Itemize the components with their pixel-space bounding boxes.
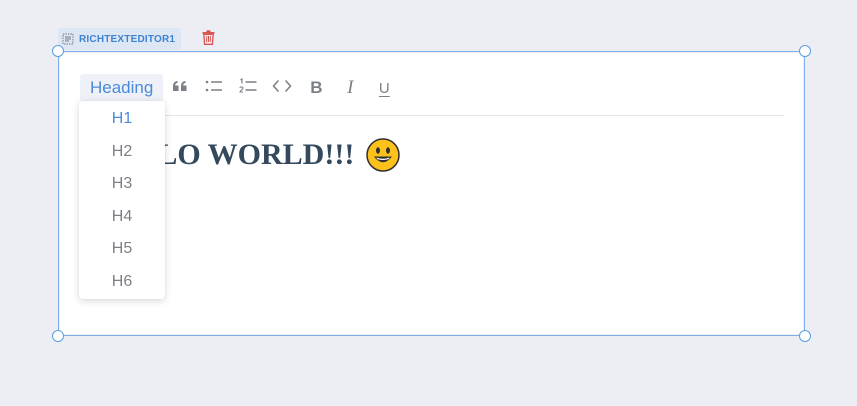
bold-button[interactable]: B bbox=[299, 74, 333, 102]
blockquote-button[interactable] bbox=[163, 74, 197, 102]
component-name: RICHTEXTEDITOR1 bbox=[79, 33, 176, 45]
heading-option-h3[interactable]: H3 bbox=[79, 168, 165, 201]
component-name-tag[interactable]: RICHTEXTEDITOR1 bbox=[58, 28, 182, 50]
heading-option-h6[interactable]: H6 bbox=[79, 266, 165, 299]
heading-option-h5[interactable]: H5 bbox=[79, 233, 165, 266]
resize-handle-bottom-right[interactable] bbox=[799, 330, 811, 342]
heading-select[interactable]: Heading bbox=[80, 74, 164, 102]
bullet-list-icon bbox=[205, 79, 223, 98]
editor-toolbar: Heading B I U bbox=[80, 73, 785, 103]
resize-handle-top-left[interactable] bbox=[52, 45, 64, 57]
resize-handle-top-right[interactable] bbox=[799, 45, 811, 57]
delete-component-button[interactable] bbox=[200, 29, 216, 50]
heading-option-h4[interactable]: H4 bbox=[79, 201, 165, 234]
code-icon bbox=[272, 79, 292, 98]
bulleted-list-button[interactable] bbox=[197, 74, 231, 102]
heading-option-h1[interactable]: H1 bbox=[79, 103, 165, 136]
quote-icon bbox=[172, 79, 188, 97]
numbered-list-icon bbox=[239, 77, 257, 99]
underline-button[interactable]: U bbox=[367, 74, 401, 102]
numbered-list-button[interactable] bbox=[231, 74, 265, 102]
heading-option-h2[interactable]: H2 bbox=[79, 136, 165, 169]
resize-handle-bottom-left[interactable] bbox=[52, 330, 64, 342]
code-button[interactable] bbox=[265, 74, 299, 102]
heading-dropdown: H1 H2 H3 H4 H5 H6 bbox=[79, 101, 165, 299]
italic-button[interactable]: I bbox=[333, 74, 367, 102]
trash-icon bbox=[202, 29, 215, 50]
grinning-face-emoji-icon bbox=[366, 138, 401, 172]
rich-text-editor[interactable]: Heading B I U HELLO WORLD!!! bbox=[60, 53, 803, 334]
widget-icon bbox=[62, 33, 74, 45]
toolbar-divider bbox=[80, 115, 784, 116]
builder-canvas: RICHTEXTEDITOR1 Heading B I U HELLO WORL… bbox=[0, 0, 857, 406]
